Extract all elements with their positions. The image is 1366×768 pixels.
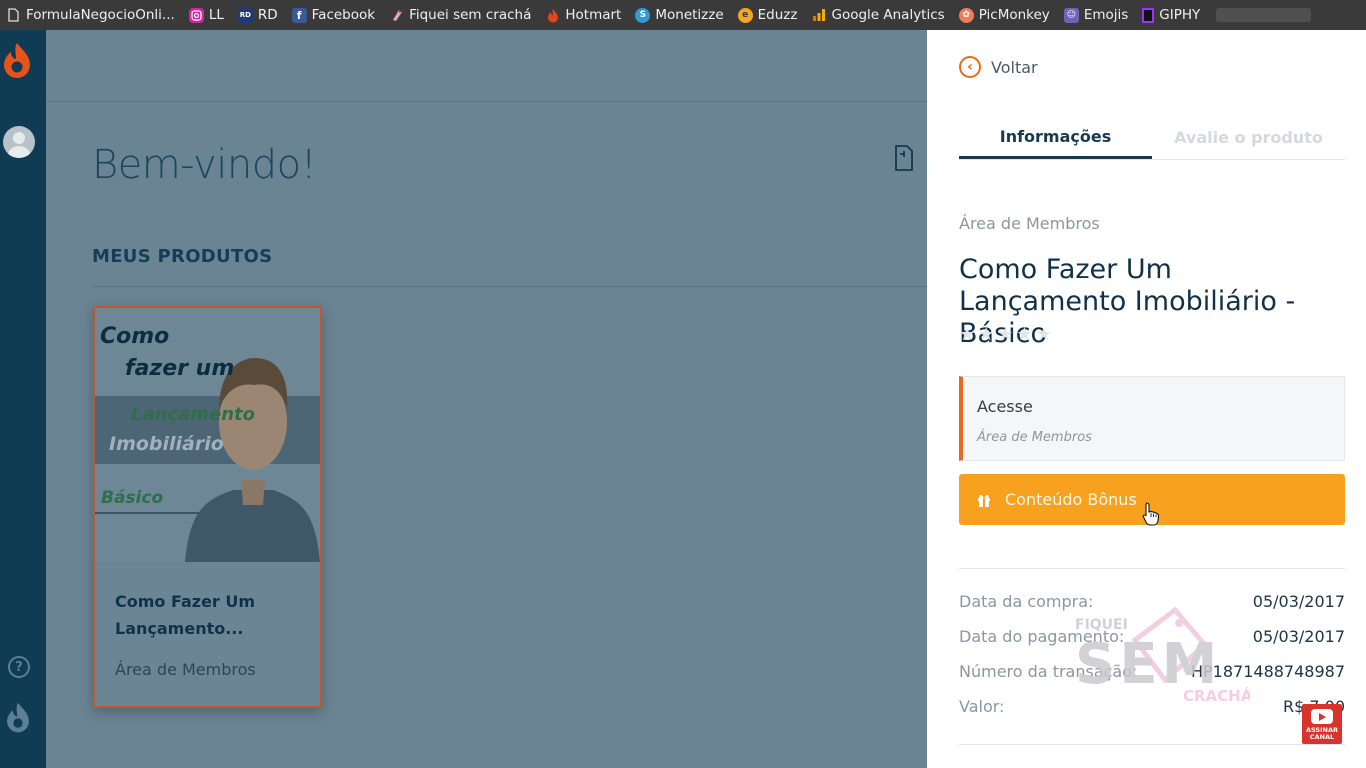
help-icon[interactable]: ? (8, 656, 30, 678)
monetizze-icon: S (635, 7, 651, 23)
star-icon[interactable]: ★ (959, 324, 975, 345)
bookmark-label: Hotmart (565, 7, 622, 23)
cover-text: Lançamento (131, 404, 255, 425)
star-icon[interactable]: ★ (978, 324, 994, 345)
back-label: Voltar (991, 57, 1038, 77)
detail-label: Valor: (959, 697, 1005, 716)
bookmark-monetizze[interactable]: S Monetizze (635, 7, 724, 23)
bookmark-hotmart[interactable]: Hotmart (545, 7, 621, 23)
hotmart-flame-icon[interactable] (3, 42, 31, 80)
bookmarks-bar: FormulaNegocioOnli... LL RD RD f Faceboo… (0, 0, 1366, 30)
user-avatar[interactable] (3, 126, 35, 158)
bookmark-formulanegocio[interactable]: FormulaNegocioOnli... (6, 7, 175, 23)
watermark-logo: FIQUEI SEM CRACHÁ (1075, 605, 1253, 710)
left-nav-rail: ? (0, 30, 46, 768)
bookmark-fiquei-sem-cracha[interactable]: Fiquei sem crachá (389, 7, 531, 23)
bookmark-label: Google Analytics (831, 7, 945, 23)
cover-underline (95, 512, 205, 514)
area-label: Área de Membros (959, 214, 1100, 233)
bookmark-label: FormulaNegocioOnli... (26, 7, 175, 23)
youtube-subscribe-badge[interactable]: ASSINAR CANAL (1302, 704, 1342, 744)
star-icon[interactable]: ★ (997, 324, 1013, 345)
tab-informacoes[interactable]: Informações (959, 116, 1152, 159)
bookmark-facebook[interactable]: f Facebook (291, 7, 376, 23)
bookmark-ll[interactable]: LL (188, 7, 224, 23)
cover-text: fazer um (125, 356, 235, 381)
divider (959, 744, 1345, 745)
bookmark-google-analytics[interactable]: Google Analytics (811, 7, 945, 23)
facebook-icon: f (291, 7, 307, 23)
watermark-bottom: CRACHÁ (1183, 686, 1250, 705)
main-content: Bem-vindo! MEUS PRODUTOS Como fazer um L… (46, 30, 927, 768)
eduzz-icon: e (737, 7, 753, 23)
watermark-graphic: FIQUEI SEM CRACHÁ (1075, 606, 1253, 705)
subscribe-line2: CANAL (1309, 733, 1335, 741)
rd-icon: RD (237, 7, 253, 23)
giphy-icon (1142, 7, 1155, 23)
bookmark-label: Emojis (1083, 7, 1129, 23)
detail-label: Data da compra: (959, 592, 1094, 611)
gift-icon (978, 494, 990, 507)
picmonkey-icon: ✿ (958, 7, 974, 23)
document-icon[interactable] (895, 145, 913, 171)
bookmark-label: Eduzz (757, 7, 798, 23)
star-icon[interactable]: ★ (1036, 324, 1052, 345)
cover-text: Como (100, 324, 170, 349)
divider (959, 568, 1345, 569)
section-title: MEUS PRODUTOS (92, 246, 273, 267)
top-bar (46, 30, 927, 102)
bookmark-eduzz[interactable]: e Eduzz (737, 7, 798, 23)
divider (92, 286, 927, 287)
bookmark-picmonkey[interactable]: ✿ PicMonkey (958, 7, 1050, 23)
tab-avalie-produto[interactable]: Avalie o produto (1152, 116, 1345, 158)
product-card[interactable]: Como fazer um Lançamento Imobiliário Bás… (93, 306, 322, 708)
emojis-icon: ☺ (1063, 7, 1079, 23)
hand-cursor-icon (1142, 502, 1160, 526)
product-card-subtitle: Área de Membros (115, 660, 256, 679)
bookmark-label: PicMonkey (978, 7, 1050, 23)
rating-stars[interactable]: ★ ★ ★ ★ ★ (959, 324, 1055, 345)
product-card-title[interactable]: Como Fazer Um Lançamento... (115, 588, 305, 642)
bonus-label: Conteúdo Bônus (1005, 490, 1137, 509)
flame-icon (545, 8, 560, 23)
star-icon[interactable]: ★ (1016, 324, 1032, 345)
back-button[interactable]: ‹ Voltar (959, 56, 1038, 78)
chevron-left-icon: ‹ (959, 56, 981, 78)
detail-value: 05/03/2017 (1252, 592, 1345, 611)
bookmark-label: LL (208, 7, 224, 23)
bookmark-label: Facebook (311, 7, 376, 23)
blurred-bookmark (1216, 8, 1312, 22)
access-title: Acesse (977, 397, 1033, 416)
detail-value: 05/03/2017 (1252, 627, 1345, 646)
bookmark-rd[interactable]: RD RD (237, 7, 278, 23)
cover-text: Básico (101, 488, 164, 508)
page-title: Bem-vindo! (92, 142, 317, 188)
bookmark-giphy[interactable]: GIPHY (1142, 7, 1200, 23)
hotmart-flame-icon[interactable] (6, 702, 30, 734)
tabs: Informações Avalie o produto (959, 116, 1345, 160)
analytics-icon (811, 8, 826, 23)
bookmark-emojis[interactable]: ☺ Emojis (1063, 7, 1129, 23)
bookmark-label: Fiquei sem crachá (409, 7, 532, 23)
page-icon (6, 8, 21, 23)
access-card[interactable]: Acesse Área de Membros (959, 376, 1345, 461)
bookmark-label: RD (257, 7, 278, 23)
access-subtitle: Área de Membros (977, 430, 1092, 445)
instagram-icon (188, 7, 204, 23)
watermark-top: FIQUEI (1075, 617, 1128, 633)
badge-icon (389, 8, 404, 23)
youtube-play-icon (1311, 709, 1333, 724)
bookmark-label: GIPHY (1159, 7, 1201, 23)
product-cover-image: Como fazer um Lançamento Imobiliário Bás… (95, 308, 320, 562)
bookmark-label: Monetizze (655, 7, 724, 23)
cover-text: Imobiliário (109, 433, 224, 455)
